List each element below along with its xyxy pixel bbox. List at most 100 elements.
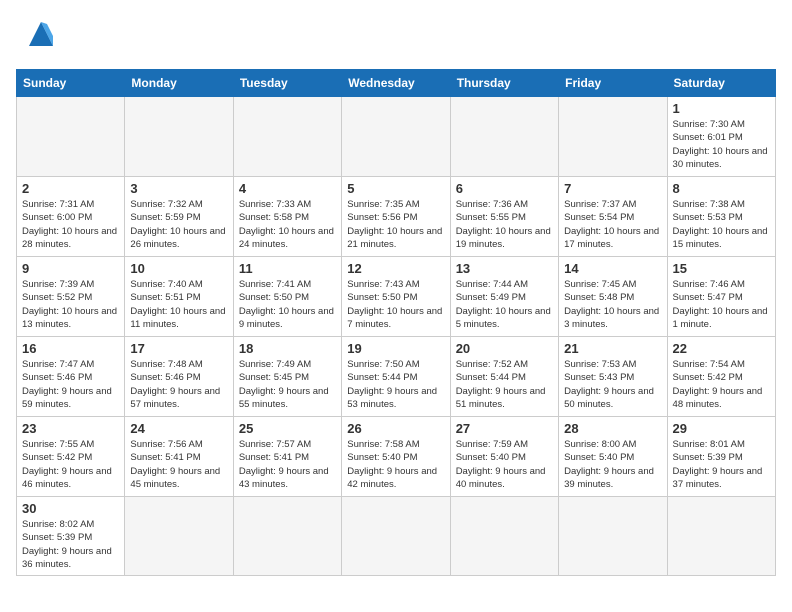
logo-icon: [21, 16, 61, 59]
day-info: Sunrise: 7:50 AM Sunset: 5:44 PM Dayligh…: [347, 358, 444, 411]
weekday-header-saturday: Saturday: [667, 70, 775, 97]
day-info: Sunrise: 7:48 AM Sunset: 5:46 PM Dayligh…: [130, 358, 227, 411]
calendar-cell: [667, 497, 775, 576]
week-row-2: 9 Sunrise: 7:39 AM Sunset: 5:52 PM Daylig…: [17, 257, 776, 337]
day-info: Sunrise: 7:57 AM Sunset: 5:41 PM Dayligh…: [239, 438, 336, 491]
calendar-cell: 17Sunrise: 7:48 AM Sunset: 5:46 PM Dayli…: [125, 337, 233, 417]
weekday-header-tuesday: Tuesday: [233, 70, 341, 97]
calendar-cell: 11 Sunrise: 7:41 AM Sunset: 5:50 PM Dayli…: [233, 257, 341, 337]
day-info: Sunrise: 7:44 AM Sunset: 5:49 PM Dayligh…: [456, 278, 553, 331]
calendar-cell: [450, 497, 558, 576]
day-info: Sunrise: 7:36 AM Sunset: 5:55 PM Dayligh…: [456, 198, 553, 251]
logo: [16, 16, 61, 59]
week-row-5: 30Sunrise: 8:02 AM Sunset: 5:39 PM Dayli…: [17, 497, 776, 576]
calendar-cell: 22 Sunrise: 7:54 AM Sunset: 5:42 PM Dayli…: [667, 337, 775, 417]
day-number: 28: [564, 421, 661, 436]
day-number: 23: [22, 421, 119, 436]
day-info: Sunrise: 7:53 AM Sunset: 5:43 PM Dayligh…: [564, 358, 661, 411]
day-info: Sunrise: 7:59 AM Sunset: 5:40 PM Dayligh…: [456, 438, 553, 491]
day-info: Sunrise: 8:00 AM Sunset: 5:40 PM Dayligh…: [564, 438, 661, 491]
day-number: 10: [130, 261, 227, 276]
calendar-cell: 28 Sunrise: 8:00 AM Sunset: 5:40 PM Dayli…: [559, 417, 667, 497]
day-info: Sunrise: 7:46 AM Sunset: 5:47 PM Dayligh…: [673, 278, 770, 331]
day-info: Sunrise: 8:02 AM Sunset: 5:39 PM Dayligh…: [22, 518, 119, 571]
day-info: Sunrise: 7:49 AM Sunset: 5:45 PM Dayligh…: [239, 358, 336, 411]
day-number: 21: [564, 341, 661, 356]
page-header: [16, 16, 776, 59]
day-number: 7: [564, 181, 661, 196]
day-number: 15: [673, 261, 770, 276]
calendar-cell: [125, 97, 233, 177]
day-info: Sunrise: 7:35 AM Sunset: 5:56 PM Dayligh…: [347, 198, 444, 251]
day-info: Sunrise: 7:40 AM Sunset: 5:51 PM Dayligh…: [130, 278, 227, 331]
day-number: 12: [347, 261, 444, 276]
calendar-cell: 7 Sunrise: 7:37 AM Sunset: 5:54 PM Daylig…: [559, 177, 667, 257]
day-number: 24: [130, 421, 227, 436]
day-info: Sunrise: 7:30 AM Sunset: 6:01 PM Dayligh…: [673, 118, 770, 171]
calendar-cell: [233, 97, 341, 177]
weekday-header-sunday: Sunday: [17, 70, 125, 97]
week-row-1: 2Sunrise: 7:31 AM Sunset: 6:00 PM Daylig…: [17, 177, 776, 257]
calendar-cell: 15 Sunrise: 7:46 AM Sunset: 5:47 PM Dayli…: [667, 257, 775, 337]
day-number: 19: [347, 341, 444, 356]
day-number: 22: [673, 341, 770, 356]
day-info: Sunrise: 8:01 AM Sunset: 5:39 PM Dayligh…: [673, 438, 770, 491]
calendar-cell: 5Sunrise: 7:35 AM Sunset: 5:56 PM Daylig…: [342, 177, 450, 257]
day-number: 25: [239, 421, 336, 436]
week-row-3: 16Sunrise: 7:47 AM Sunset: 5:46 PM Dayli…: [17, 337, 776, 417]
day-number: 3: [130, 181, 227, 196]
calendar-cell: 3 Sunrise: 7:32 AM Sunset: 5:59 PM Daylig…: [125, 177, 233, 257]
calendar-cell: 14Sunrise: 7:45 AM Sunset: 5:48 PM Dayli…: [559, 257, 667, 337]
calendar-table: SundayMondayTuesdayWednesdayThursdayFrid…: [16, 69, 776, 576]
calendar-cell: 20 Sunrise: 7:52 AM Sunset: 5:44 PM Dayli…: [450, 337, 558, 417]
day-info: Sunrise: 7:38 AM Sunset: 5:53 PM Dayligh…: [673, 198, 770, 251]
calendar-cell: [342, 97, 450, 177]
day-info: Sunrise: 7:39 AM Sunset: 5:52 PM Dayligh…: [22, 278, 119, 331]
weekday-header-row: SundayMondayTuesdayWednesdayThursdayFrid…: [17, 70, 776, 97]
day-info: Sunrise: 7:32 AM Sunset: 5:59 PM Dayligh…: [130, 198, 227, 251]
day-info: Sunrise: 7:47 AM Sunset: 5:46 PM Dayligh…: [22, 358, 119, 411]
calendar-cell: 19 Sunrise: 7:50 AM Sunset: 5:44 PM Dayli…: [342, 337, 450, 417]
calendar-cell: 6 Sunrise: 7:36 AM Sunset: 5:55 PM Daylig…: [450, 177, 558, 257]
calendar-cell: [125, 497, 233, 576]
weekday-header-thursday: Thursday: [450, 70, 558, 97]
weekday-header-wednesday: Wednesday: [342, 70, 450, 97]
day-number: 11: [239, 261, 336, 276]
calendar-cell: 18 Sunrise: 7:49 AM Sunset: 5:45 PM Dayli…: [233, 337, 341, 417]
calendar-cell: 13 Sunrise: 7:44 AM Sunset: 5:49 PM Dayli…: [450, 257, 558, 337]
calendar-cell: 4Sunrise: 7:33 AM Sunset: 5:58 PM Daylig…: [233, 177, 341, 257]
day-number: 6: [456, 181, 553, 196]
calendar-cell: [342, 497, 450, 576]
day-info: Sunrise: 7:41 AM Sunset: 5:50 PM Dayligh…: [239, 278, 336, 331]
day-number: 13: [456, 261, 553, 276]
calendar-cell: 30Sunrise: 8:02 AM Sunset: 5:39 PM Dayli…: [17, 497, 125, 576]
calendar-cell: 2Sunrise: 7:31 AM Sunset: 6:00 PM Daylig…: [17, 177, 125, 257]
day-number: 20: [456, 341, 553, 356]
day-info: Sunrise: 7:55 AM Sunset: 5:42 PM Dayligh…: [22, 438, 119, 491]
day-number: 9: [22, 261, 119, 276]
day-number: 26: [347, 421, 444, 436]
calendar-cell: 24 Sunrise: 7:56 AM Sunset: 5:41 PM Dayli…: [125, 417, 233, 497]
calendar-cell: 1 Sunrise: 7:30 AM Sunset: 6:01 PM Daylig…: [667, 97, 775, 177]
day-info: Sunrise: 7:56 AM Sunset: 5:41 PM Dayligh…: [130, 438, 227, 491]
day-number: 18: [239, 341, 336, 356]
calendar-cell: 25 Sunrise: 7:57 AM Sunset: 5:41 PM Dayli…: [233, 417, 341, 497]
calendar-cell: [233, 497, 341, 576]
week-row-0: 1 Sunrise: 7:30 AM Sunset: 6:01 PM Daylig…: [17, 97, 776, 177]
day-number: 1: [673, 101, 770, 116]
day-info: Sunrise: 7:52 AM Sunset: 5:44 PM Dayligh…: [456, 358, 553, 411]
calendar-cell: 9 Sunrise: 7:39 AM Sunset: 5:52 PM Daylig…: [17, 257, 125, 337]
day-number: 27: [456, 421, 553, 436]
weekday-header-monday: Monday: [125, 70, 233, 97]
calendar-cell: 27 Sunrise: 7:59 AM Sunset: 5:40 PM Dayli…: [450, 417, 558, 497]
calendar-cell: 10 Sunrise: 7:40 AM Sunset: 5:51 PM Dayli…: [125, 257, 233, 337]
day-number: 2: [22, 181, 119, 196]
calendar-cell: [450, 97, 558, 177]
calendar-cell: 16Sunrise: 7:47 AM Sunset: 5:46 PM Dayli…: [17, 337, 125, 417]
day-number: 4: [239, 181, 336, 196]
day-info: Sunrise: 7:54 AM Sunset: 5:42 PM Dayligh…: [673, 358, 770, 411]
day-number: 29: [673, 421, 770, 436]
day-info: Sunrise: 7:37 AM Sunset: 5:54 PM Dayligh…: [564, 198, 661, 251]
calendar-cell: 21 Sunrise: 7:53 AM Sunset: 5:43 PM Dayli…: [559, 337, 667, 417]
calendar-cell: 8Sunrise: 7:38 AM Sunset: 5:53 PM Daylig…: [667, 177, 775, 257]
